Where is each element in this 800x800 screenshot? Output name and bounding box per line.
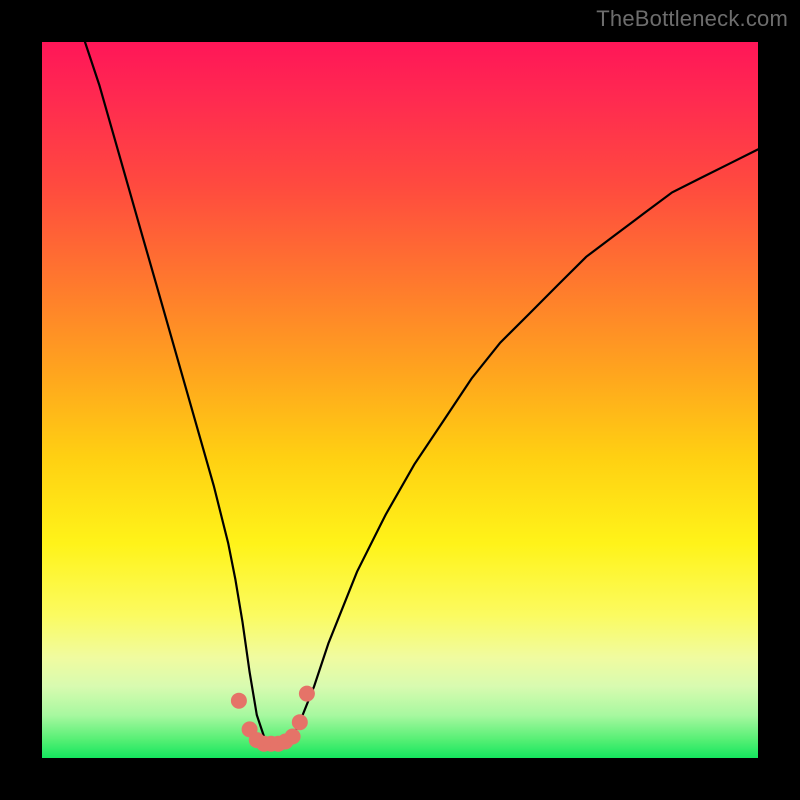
valley-dot bbox=[231, 693, 247, 709]
valley-dot bbox=[285, 729, 301, 745]
bottleneck-curve bbox=[85, 42, 758, 744]
valley-dots bbox=[231, 686, 315, 752]
watermark-text: TheBottleneck.com bbox=[596, 6, 788, 32]
valley-dot bbox=[299, 686, 315, 702]
valley-dot bbox=[292, 714, 308, 730]
plot-area bbox=[42, 42, 758, 758]
chart-frame: TheBottleneck.com bbox=[0, 0, 800, 800]
curve-layer bbox=[42, 42, 758, 758]
